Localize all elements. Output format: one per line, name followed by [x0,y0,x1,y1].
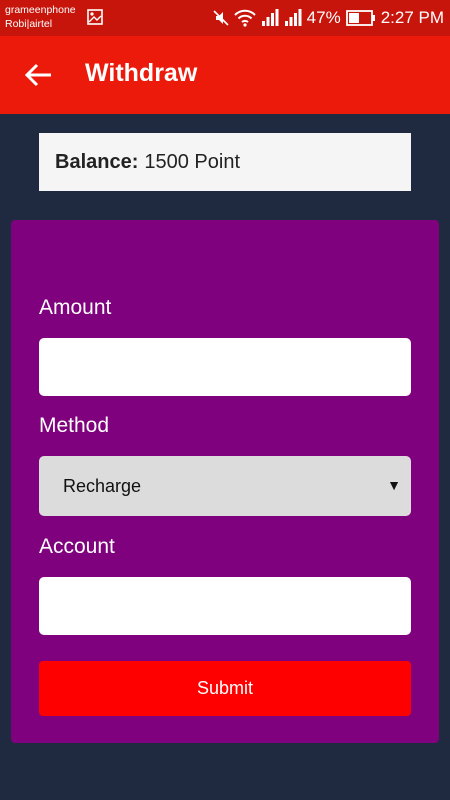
signal-icon-1 [261,9,279,26]
amount-label: Amount [39,296,112,319]
mute-icon [213,10,229,26]
status-bar: grameenphone Robi|airtel 47% 2:27 PM [0,0,450,36]
arrow-left-icon[interactable] [22,58,56,92]
battery-percent: 47% [306,8,341,27]
balance-label: Balance: [55,150,139,173]
wifi-icon [233,9,256,27]
method-select[interactable]: Recharge ▼ [39,456,411,516]
signal-icon-2 [284,9,302,26]
image-notification-icon [87,9,103,25]
battery-icon [345,10,375,26]
clock: 2:27 PM [380,8,444,27]
submit-button[interactable]: Submit [39,661,411,716]
balance-value: 1500 Point [144,150,241,173]
withdraw-form: Amount Method Recharge ▼ Account Submit [11,220,439,743]
carrier-1: grameenphone [5,4,76,16]
amount-input[interactable] [39,338,411,396]
method-selected-value: Recharge [63,475,142,496]
balance-card: Balance: 1500 Point [39,133,411,191]
caret-down-icon: ▼ [387,477,401,493]
carrier-2: Robi|airtel [5,18,53,30]
page-title: Withdraw [85,59,198,87]
carrier-names: grameenphone Robi|airtel [5,3,76,31]
account-label: Account [39,535,115,558]
method-label: Method [39,414,110,437]
app-bar: Withdraw [0,36,450,114]
account-input[interactable] [39,577,411,635]
